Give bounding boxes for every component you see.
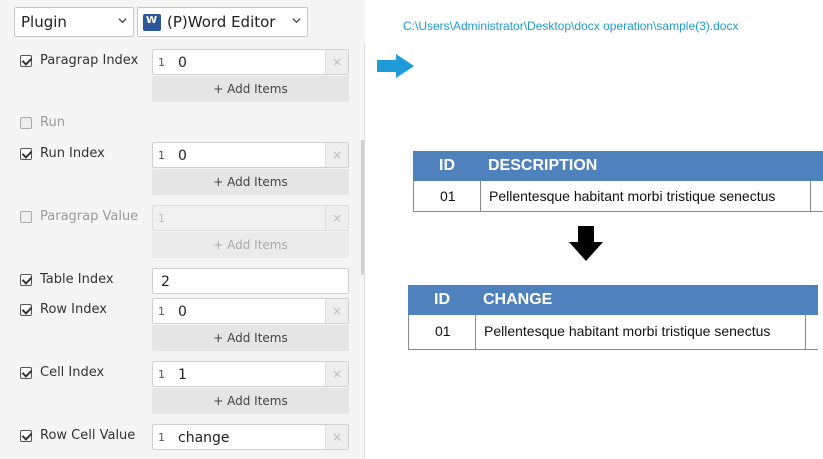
cell-index-value: 1 [178, 367, 187, 383]
item-number: 1 [158, 368, 165, 381]
header-cell-id: ID [439, 157, 455, 174]
header-cell-change: CHANGE [483, 291, 553, 308]
row-index-checkbox[interactable] [20, 303, 32, 316]
cell-change: Pellentesque habitant morbi tristique se… [484, 323, 771, 339]
cell-id: 01 [435, 323, 451, 339]
paragraph-index-input[interactable]: 1 0 × [152, 49, 349, 75]
row-cell-value-label: Row Cell Value [40, 428, 136, 443]
table-before: ID DESCRIPTION 01 Pellentesque habitant … [413, 151, 823, 213]
chevron-down-icon [118, 18, 127, 24]
paragraph-value-input[interactable]: 1 × [152, 205, 349, 231]
file-path: C:\Users\Administrator\Desktop\docx oper… [403, 19, 739, 33]
plugin-select[interactable]: Plugin [14, 7, 134, 37]
clear-icon[interactable]: × [326, 425, 348, 449]
plugin-select-label: Plugin [21, 13, 67, 31]
cell-index-add-button[interactable]: + Add Items [152, 388, 349, 414]
row-index-input[interactable]: 1 0 × [152, 298, 349, 324]
clear-icon[interactable]: × [326, 50, 348, 74]
run-index-checkbox[interactable] [20, 147, 32, 160]
paragraph-index-checkbox[interactable] [20, 54, 32, 67]
table-index-checkbox[interactable] [20, 273, 32, 286]
row-index-value: 0 [178, 304, 187, 320]
clear-icon[interactable]: × [326, 362, 348, 386]
panel-scrollbar[interactable] [361, 140, 364, 275]
run-checkbox[interactable] [20, 116, 32, 129]
item-number: 1 [158, 431, 165, 444]
cell-index-row: Cell Index [20, 365, 104, 380]
cell-index-label: Cell Index [40, 365, 105, 380]
run-index-value: 0 [178, 148, 187, 164]
table-index-input[interactable]: 2 [152, 268, 349, 294]
item-number: 1 [158, 305, 165, 318]
paragraph-value-row: Paragrap Value [20, 209, 138, 224]
run-label: Run [40, 115, 65, 130]
table-after: ID CHANGE 01 Pellentesque habitant morbi… [408, 285, 818, 351]
row-index-add-button[interactable]: + Add Items [152, 325, 349, 351]
run-row: Run [20, 115, 65, 130]
chevron-down-icon [292, 18, 301, 24]
run-index-label: Run Index [40, 146, 105, 161]
paragraph-index-add-button[interactable]: + Add Items [152, 76, 349, 102]
row-cell-value-value: change [178, 430, 230, 446]
paragraph-index-value: 0 [178, 55, 187, 71]
row-cell-value-input[interactable]: 1 change × [152, 424, 349, 450]
word-icon [143, 14, 161, 31]
clear-icon[interactable]: × [326, 299, 348, 323]
paragraph-value-add-button[interactable]: + Add Items [152, 232, 349, 258]
cell-index-checkbox[interactable] [20, 366, 32, 379]
paragraph-value-label: Paragrap Value [40, 209, 139, 224]
row-index-row: Row Index [20, 302, 107, 317]
table-row: 01 Pellentesque habitant morbi tristique… [413, 181, 823, 212]
item-number: 1 [158, 56, 165, 69]
clear-icon[interactable]: × [326, 143, 348, 167]
paragraph-value-checkbox[interactable] [20, 210, 32, 223]
arrow-right-icon [377, 54, 414, 78]
panel-toolbar: Plugin (P)Word Editor [0, 0, 365, 42]
run-index-add-button[interactable]: + Add Items [152, 169, 349, 195]
cell-id: 01 [440, 188, 456, 204]
paragraph-index-row: Paragrap Index [20, 53, 138, 68]
run-index-row: Run Index [20, 146, 105, 161]
editor-select-label: (P)Word Editor [167, 13, 276, 31]
editor-select[interactable]: (P)Word Editor [137, 7, 308, 37]
table-row: 01 Pellentesque habitant morbi tristique… [408, 315, 818, 350]
clear-icon[interactable]: × [326, 206, 348, 230]
table-before-header: ID DESCRIPTION [413, 151, 823, 181]
header-cell-description: DESCRIPTION [488, 157, 598, 174]
header-cell-id: ID [434, 291, 450, 308]
cell-index-input[interactable]: 1 1 × [152, 361, 349, 387]
row-cell-value-row: Row Cell Value [20, 428, 135, 443]
table-index-label: Table Index [40, 272, 114, 287]
cell-description: Pellentesque habitant morbi tristique se… [489, 188, 776, 204]
arrow-down-icon [569, 226, 603, 261]
table-after-header: ID CHANGE [408, 285, 818, 315]
table-index-row: Table Index [20, 272, 114, 287]
table-index-value: 2 [161, 274, 170, 290]
run-index-input[interactable]: 1 0 × [152, 142, 349, 168]
item-number: 1 [158, 212, 165, 225]
row-index-label: Row Index [40, 302, 107, 317]
paragraph-index-label: Paragrap Index [40, 53, 139, 68]
properties-panel: Plugin (P)Word Editor Paragrap Index 1 0… [0, 0, 365, 459]
row-cell-value-checkbox[interactable] [20, 429, 32, 442]
item-number: 1 [158, 149, 165, 162]
